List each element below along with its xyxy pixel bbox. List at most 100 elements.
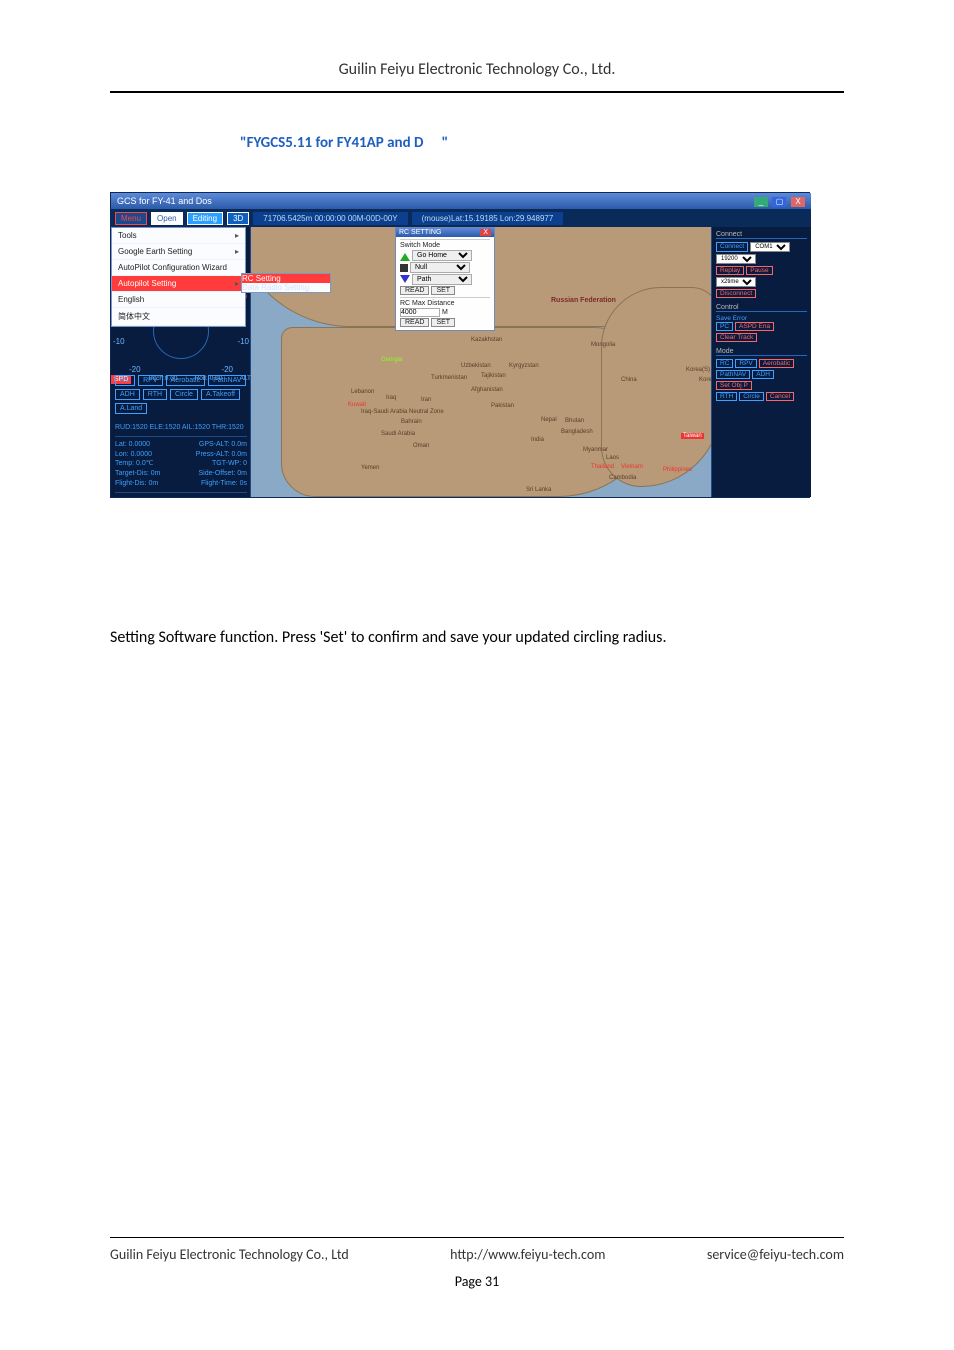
page-number: Page 31 bbox=[110, 1273, 844, 1290]
triangle-down-icon bbox=[400, 275, 410, 285]
window-title: GCS for FY-41 and Dos bbox=[117, 196, 212, 206]
map-bhutan: Bhutan bbox=[565, 418, 584, 424]
btn-rc[interactable]: RC bbox=[115, 375, 135, 386]
gpsalt-value: GPS-ALT: 0.0m bbox=[199, 440, 247, 450]
mode-panel-title: Mode bbox=[716, 348, 807, 356]
switch1-select[interactable]: Go Home bbox=[412, 250, 472, 261]
btn-atakeoff[interactable]: A.Takeoff bbox=[201, 389, 240, 400]
mode-rpv[interactable]: RPV bbox=[735, 359, 756, 368]
read-button-2[interactable]: READ bbox=[400, 318, 429, 327]
btn-rth[interactable]: RTH bbox=[143, 389, 167, 400]
map-iraq: Iraq bbox=[386, 395, 396, 401]
product-title: "FYGCS5.11 for FY41AP and D bbox=[240, 134, 423, 152]
switch-mode-label: Switch Mode bbox=[400, 239, 490, 249]
menu-google-earth[interactable]: Google Earth Setting bbox=[112, 244, 245, 260]
rc-max-unit: M bbox=[442, 309, 448, 316]
btn-rpv[interactable]: RPV bbox=[138, 375, 162, 386]
map-cambodia: Cambodia bbox=[609, 475, 636, 481]
pause-button[interactable]: Pause bbox=[746, 266, 772, 275]
pc-button[interactable]: PC bbox=[716, 322, 733, 331]
temp-value: Temp: 0.0℃ bbox=[115, 459, 154, 469]
map-laos: Laos bbox=[606, 455, 619, 461]
clear-track-button[interactable]: Clear Track bbox=[716, 333, 757, 342]
current-value: Current: 0.0A bbox=[205, 496, 247, 497]
menu-dropdown[interactable]: Tools Google Earth Setting AutoPilot Con… bbox=[111, 227, 246, 327]
com-select[interactable]: COM1 bbox=[750, 242, 790, 252]
map-korean: Kore bbox=[699, 377, 711, 383]
speed-select[interactable]: x2time bbox=[716, 277, 756, 287]
menu-button[interactable]: Menu bbox=[115, 212, 147, 225]
read-button-1[interactable]: READ bbox=[400, 286, 429, 295]
submenu-data-radio[interactable]: Data Radio Setting bbox=[242, 283, 330, 292]
menu-chinese[interactable]: 简体中文 bbox=[112, 308, 245, 326]
menu-submenu[interactable]: RC Setting Data Radio Setting bbox=[241, 273, 331, 293]
menu-tools[interactable]: Tools bbox=[112, 228, 245, 244]
menu-wizard[interactable]: AutoPilot Configuration Wizard bbox=[112, 260, 245, 276]
baud-select[interactable]: 19200 bbox=[716, 254, 756, 264]
map-taiwan: Taiwan bbox=[681, 433, 704, 439]
set-button-2[interactable]: SET bbox=[431, 318, 455, 327]
switch3-select[interactable]: Path bbox=[412, 274, 472, 285]
rc-max-dist-input[interactable] bbox=[400, 308, 440, 317]
rc-setting-dialog[interactable]: RC SETTINGX Switch Mode Go Home Null Pat… bbox=[395, 227, 495, 331]
btn-adh[interactable]: ADH bbox=[115, 389, 140, 400]
map-kaz: Kazakhstan bbox=[471, 337, 502, 343]
tgtwp-value: TGT-WP: 0 bbox=[212, 459, 247, 469]
flighttime-value: Flight-Time: 0s bbox=[201, 479, 247, 489]
window-buttons[interactable]: _ ▢ X bbox=[752, 196, 805, 207]
map-bahrain: Bahrain bbox=[401, 419, 422, 425]
map-turkm: Turkmenistan bbox=[431, 375, 467, 381]
set-button-1[interactable]: SET bbox=[431, 286, 455, 295]
connect-button[interactable]: Connect bbox=[716, 242, 748, 252]
triangle-up-icon bbox=[400, 251, 410, 261]
mode-setobjp[interactable]: Set Obj P bbox=[716, 381, 752, 390]
page-header: Guilin Feiyu Electronic Technology Co., … bbox=[110, 60, 844, 87]
control-panel-title: Control bbox=[716, 304, 807, 312]
3d-button[interactable]: 3D bbox=[227, 212, 249, 225]
replay-button[interactable]: Replay bbox=[716, 266, 744, 275]
btn-pathnav[interactable]: PathNAV bbox=[208, 375, 246, 386]
submenu-rc-setting[interactable]: RC Setting bbox=[242, 274, 330, 283]
map-koreas: Korea(S) bbox=[686, 367, 710, 373]
switch2-select[interactable]: Null bbox=[410, 262, 470, 273]
mode-circle[interactable]: Circle bbox=[739, 392, 764, 401]
menu-english[interactable]: English bbox=[112, 292, 245, 308]
mode-pathnav[interactable]: PathNAV bbox=[716, 370, 750, 379]
map-mongolia: Mongolia bbox=[591, 342, 615, 348]
rc-setting-close[interactable]: X bbox=[480, 229, 491, 236]
map-georgia: Georgia bbox=[381, 357, 402, 363]
connect-panel-title: Connect bbox=[716, 231, 807, 239]
gauge-tick-right: -10 bbox=[237, 337, 249, 346]
maximize-icon[interactable]: ▢ bbox=[772, 197, 786, 207]
gauge-tick-bl: -20 bbox=[129, 365, 141, 374]
aspd-ena-button[interactable]: ASPD Ena bbox=[735, 322, 774, 331]
minimize-icon[interactable]: _ bbox=[754, 197, 768, 207]
disconnect-button[interactable]: Disconnect bbox=[716, 289, 756, 298]
footer-email: service@feiyu-tech.com bbox=[707, 1246, 844, 1263]
map-oman: Oman bbox=[413, 443, 429, 449]
editing-button[interactable]: Editing bbox=[187, 212, 223, 225]
btn-aland[interactable]: A.Land bbox=[115, 403, 147, 414]
pressalt-value: Press-ALT: 0.0m bbox=[196, 450, 247, 460]
mode-adh[interactable]: ADH bbox=[752, 370, 774, 379]
map-afgh: Afghanistan bbox=[471, 387, 503, 393]
map-srilanka: Sri Lanka bbox=[526, 487, 551, 493]
map-yemen: Yemen bbox=[361, 465, 379, 471]
mode-cancel[interactable]: Cancel bbox=[766, 392, 794, 401]
mode-aerobatic[interactable]: Aerobatic bbox=[759, 359, 794, 368]
close-icon[interactable]: X bbox=[791, 197, 805, 207]
map-kyr: Kyrgyzstan bbox=[509, 363, 539, 369]
side-value: Side-Offset: 0m bbox=[198, 469, 247, 479]
left-panel: Tools Google Earth Setting AutoPilot Con… bbox=[111, 227, 251, 497]
map-vietnam: Vietnam bbox=[621, 464, 643, 470]
btn-aerobatic[interactable]: Aerobatic bbox=[166, 375, 206, 386]
open-button[interactable]: Open bbox=[151, 212, 183, 225]
footer-company: Guilin Feiyu Electronic Technology Co., … bbox=[110, 1246, 349, 1263]
mode-rc[interactable]: RC bbox=[716, 359, 733, 368]
menu-autopilot-setting[interactable]: Autopilot Setting bbox=[112, 276, 245, 292]
btn-circle[interactable]: Circle bbox=[170, 389, 198, 400]
map-area[interactable]: Russian Federation Kazakhstan Mongolia C… bbox=[251, 227, 711, 497]
gcs-screenshot: GCS for FY-41 and Dos _ ▢ X Menu Open Ed… bbox=[110, 192, 810, 498]
mode-rth[interactable]: RTH bbox=[716, 392, 737, 401]
map-lebanon: Lebanon bbox=[351, 389, 374, 395]
